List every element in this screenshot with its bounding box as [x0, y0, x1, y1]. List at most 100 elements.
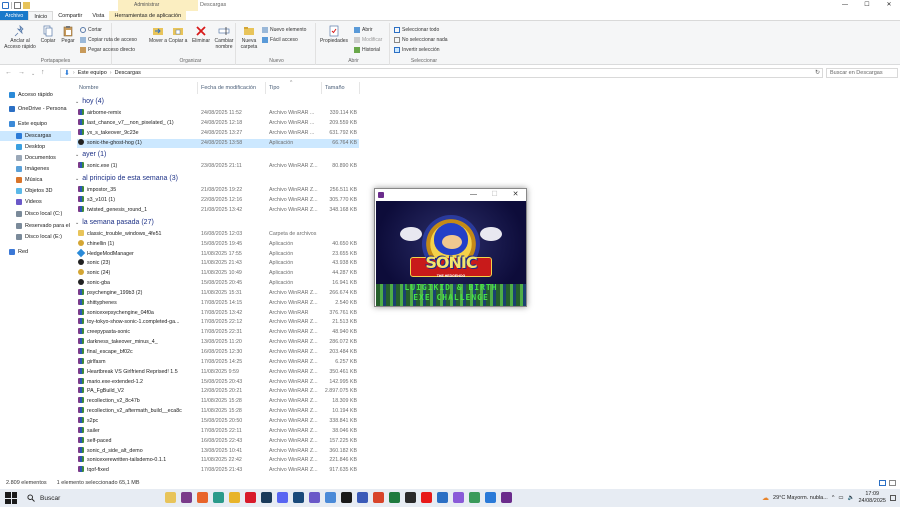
- start-button[interactable]: [5, 492, 17, 504]
- file-row[interactable]: girlfasm 17/08/2025 14:25 Archivo WinRAR Z…: [77, 357, 359, 368]
- column-date[interactable]: Fecha de modificación: [201, 82, 256, 94]
- app-icon[interactable]: [373, 492, 384, 503]
- firefox-icon[interactable]: [197, 492, 208, 503]
- file-row[interactable]: recollection_v2_8c47b 11/08/2025 15:28 Arc…: [77, 397, 359, 407]
- collapse-chevron-icon[interactable]: ⌄: [75, 218, 79, 228]
- select-none-button[interactable]: No seleccionar nada: [394, 37, 448, 43]
- collapse-chevron-icon[interactable]: ⌄: [75, 97, 79, 107]
- folder-icon[interactable]: [23, 2, 30, 9]
- discord-icon[interactable]: [277, 492, 288, 503]
- app-icon[interactable]: [293, 492, 304, 503]
- search-input[interactable]: Buscar en Descargas: [826, 68, 898, 78]
- history-button[interactable]: Historial: [354, 47, 380, 53]
- excel-icon[interactable]: [389, 492, 400, 503]
- chrome-icon[interactable]: [229, 492, 240, 503]
- delete-button[interactable]: Eliminar: [190, 25, 212, 44]
- app-icon[interactable]: [309, 492, 320, 503]
- file-row[interactable]: sonic_d_side_alt_demo 13/08/2025 10:41 Arc…: [77, 446, 359, 457]
- game-minimize-button[interactable]: —: [463, 189, 484, 201]
- nav-item[interactable]: Imágenes: [0, 164, 71, 174]
- weather-text[interactable]: 29°C Mayorm. nubla...: [773, 495, 828, 501]
- opera-icon[interactable]: [245, 492, 256, 503]
- column-name[interactable]: Nombre: [79, 82, 99, 94]
- new-item-button[interactable]: Nuevo elemento: [262, 27, 306, 33]
- copy-button[interactable]: Copiar: [38, 25, 58, 44]
- edit-button[interactable]: Modificar: [354, 37, 382, 43]
- file-row[interactable]: darkness_takeover_minus_4_ 13/08/2025 11:…: [77, 338, 359, 348]
- edge-icon[interactable]: [213, 492, 224, 503]
- file-row[interactable]: sonic (23) 11/08/2025 21:43 Aplicación 43.9…: [77, 259, 359, 269]
- open-button[interactable]: Abrir: [354, 27, 373, 33]
- large-icons-view-icon[interactable]: [889, 480, 896, 486]
- file-row[interactable]: creepypasta-sonic 17/08/2025 22:31 Archivo…: [77, 328, 359, 338]
- file-row[interactable]: toy-tokyo-show-sonic-1.completed-ga... 17…: [77, 318, 359, 328]
- file-row[interactable]: last_chance_v7__non_pixelated_ (1) 24/08/…: [77, 118, 359, 129]
- rename-button[interactable]: Cambiar nombre: [212, 25, 236, 50]
- move-to-button[interactable]: Mover a: [148, 25, 168, 44]
- terminal-icon[interactable]: [341, 492, 352, 503]
- breadcrumb-descargas[interactable]: Descargas: [115, 70, 141, 76]
- game-maximize-button[interactable]: ☐: [484, 189, 505, 201]
- column-type[interactable]: Tipo: [269, 82, 280, 94]
- file-row[interactable]: PA_FgBuild_V2 12/08/2025 20:21 Archivo Win…: [77, 387, 359, 397]
- recent-locations-button[interactable]: ⌄: [31, 71, 35, 77]
- file-row[interactable]: sonic.exe (1) 23/08/2025 21:11 Archivo Win…: [77, 162, 359, 172]
- nav-item[interactable]: OneDrive - Persona: [0, 104, 71, 114]
- column-size[interactable]: Tamaño: [325, 82, 345, 94]
- file-row[interactable]: psychengine_199b3 (2) 11/08/2025 15:31 Arc…: [77, 288, 359, 299]
- forward-button[interactable]: →: [18, 69, 25, 76]
- invert-selection-button[interactable]: Invertir selección: [394, 47, 440, 53]
- file-row[interactable]: sonic-gba 15/08/2025 20:45 Aplicación 16.94…: [77, 279, 359, 289]
- file-row[interactable]: recollection_v2_aftermath_build__eca8c 11…: [77, 407, 359, 417]
- tab-inicio[interactable]: Inicio: [28, 11, 54, 20]
- nav-item[interactable]: Reservado para el: [0, 221, 71, 231]
- paste-button[interactable]: Pegar: [58, 25, 78, 44]
- nav-item[interactable]: Descargas: [0, 131, 71, 141]
- file-row[interactable]: impostor_35 21/08/2025 19:22 Archivo WinRA…: [77, 186, 359, 196]
- group-header[interactable]: ⌄ ayer (1): [75, 150, 106, 160]
- pin-quick-access-button[interactable]: Anclar al Acceso rápido: [2, 25, 38, 50]
- file-row[interactable]: mario.exe-extended-1.2 15/08/2025 20:43 Ar…: [77, 377, 359, 388]
- minimize-button[interactable]: —: [834, 0, 856, 11]
- nav-item[interactable]: Objetos 3D: [0, 186, 71, 196]
- file-row[interactable]: tqof-fixed 17/08/2025 21:43 Archivo WinRAR…: [77, 466, 359, 476]
- file-row[interactable]: s3_v101 (1) 22/08/2025 12:16 Archivo WinRA…: [77, 196, 359, 206]
- game-icon[interactable]: [501, 492, 512, 503]
- nav-item[interactable]: Disco local (C:): [0, 209, 71, 219]
- tab-herramientas[interactable]: Herramientas de aplicación: [109, 11, 187, 20]
- nav-item[interactable]: Red: [0, 247, 71, 257]
- file-row[interactable]: sonic (24) 11/08/2025 10:49 Aplicación 44.2…: [77, 269, 359, 279]
- nav-item[interactable]: Documentos: [0, 153, 71, 163]
- file-row[interactable]: final_escape_bf02c 16/08/2025 12:30 Archiv…: [77, 348, 359, 358]
- nav-item[interactable]: Videos: [0, 197, 71, 207]
- copy-path-button[interactable]: Copiar ruta de acceso: [80, 37, 137, 43]
- cut-button[interactable]: Cortar: [80, 27, 102, 33]
- copy-to-button[interactable]: Copiar a: [168, 25, 188, 44]
- file-row[interactable]: shittyphenes 17/08/2025 14:15 Archivo WinR…: [77, 298, 359, 309]
- file-row[interactable]: sonicexepsychengine_04f0a 17/08/2025 13:4…: [77, 308, 359, 319]
- maximize-button[interactable]: ☐: [856, 0, 878, 11]
- nav-item[interactable]: Música: [0, 175, 71, 185]
- winrar-icon[interactable]: [181, 492, 192, 503]
- tab-vista[interactable]: Vista: [87, 11, 109, 20]
- nav-item[interactable]: Este equipo: [0, 119, 71, 129]
- group-header[interactable]: ⌄ hoy (4): [75, 97, 104, 107]
- easy-access-button[interactable]: Fácil acceso: [262, 37, 298, 43]
- new-folder-button[interactable]: Nueva carpeta: [238, 25, 260, 50]
- paste-shortcut-button[interactable]: Pegar acceso directo: [80, 47, 135, 53]
- game-close-button[interactable]: ✕: [505, 189, 526, 201]
- nav-item[interactable]: Disco local (E:): [0, 232, 71, 242]
- file-row[interactable]: twisted_genesis_round_1 21/08/2025 13:42 A…: [77, 205, 359, 216]
- column-separator[interactable]: [359, 82, 360, 94]
- tray-chevron-icon[interactable]: ^: [832, 495, 835, 501]
- details-view-icon[interactable]: [879, 480, 886, 486]
- collapse-chevron-icon[interactable]: ⌄: [75, 150, 79, 160]
- file-row[interactable]: self-paced 16/08/2025 22:43 Archivo WinRAR…: [77, 436, 359, 447]
- column-separator[interactable]: [321, 82, 322, 94]
- refresh-icon[interactable]: ↻: [815, 69, 820, 76]
- file-row[interactable]: sonic-the-ghost-hog (1) 24/08/2025 13:58 A…: [77, 138, 359, 149]
- up-button[interactable]: ↑: [41, 69, 45, 76]
- notifications-icon[interactable]: [890, 495, 896, 501]
- properties-icon[interactable]: [2, 2, 9, 9]
- app-icon[interactable]: [405, 492, 416, 503]
